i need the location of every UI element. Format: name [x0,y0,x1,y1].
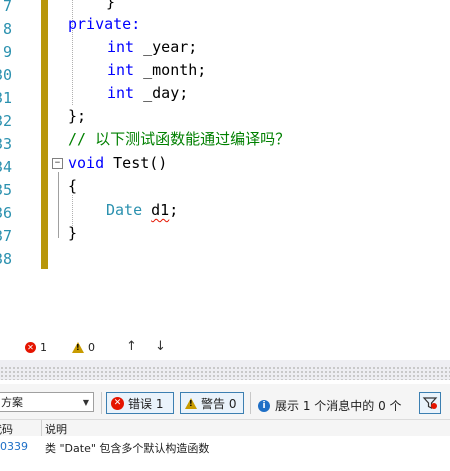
error-squiggle[interactable]: d1 [151,201,169,219]
warning-icon [72,342,84,353]
code-line: } [106,0,116,11]
column-divider[interactable] [41,420,42,436]
line-number: 34 [0,158,12,176]
error-icon: ✕ [25,342,36,353]
filter-funnel-button[interactable] [419,392,441,414]
error-description: 类 "Date" 包含多个默认构造函数 [45,442,210,455]
toolbar-divider [101,392,102,414]
code-line: Date d1; [106,201,179,219]
code-editor[interactable]: 7 8 9 30 31 32 33 34 35 36 37 38 } priva… [0,0,450,338]
code-line: void Test() [68,154,168,172]
code-line: int _year; [107,38,198,56]
line-number: 36 [0,204,12,222]
warnings-filter-button[interactable]: 警告 0 [180,392,244,414]
line-number: 38 [0,250,12,268]
line-number: 33 [0,135,12,153]
info-icon: i [258,399,270,412]
previous-issue-icon[interactable]: ↑ [126,339,137,354]
collapse-toggle-icon[interactable]: − [52,158,63,169]
error-list-header: 代码 说明 [0,419,450,437]
code-line: private: [68,15,141,33]
line-number: 9 [2,43,12,61]
line-number: 35 [0,181,12,199]
messages-filter-button[interactable]: i 展示 1 个消息中的 0 个 [258,397,402,414]
error-list-toolbar: 方案 ▼ ✕ 错误 1 警告 0 i 展示 1 个消息中的 0 个 [0,384,450,420]
warning-count-indicator[interactable]: 0 [72,341,95,354]
warning-icon [185,397,197,409]
code-line: }; [68,107,87,125]
line-number: 8 [2,20,12,38]
scope-dropdown[interactable]: 方案 ▼ [0,392,94,412]
code-line: int _day; [107,84,189,102]
table-row[interactable]: E0339 类 "Date" 包含多个默认构造函数 [0,436,450,458]
editor-status-bar: ✕ 1 0 ↑ ↓ [0,338,450,358]
line-number: 37 [0,227,12,245]
line-number: 7 [2,0,12,15]
panel-splitter[interactable] [0,360,450,380]
toolbar-divider [250,392,251,414]
line-number: 32 [0,112,12,130]
funnel-icon [422,397,438,409]
errors-filter-button[interactable]: ✕ 错误 1 [106,392,174,414]
code-line: { [68,177,78,195]
code-line: // 以下测试函数能通过编译吗？ [68,130,291,148]
code-column-header[interactable]: 代码 [0,421,31,437]
chevron-down-icon: ▼ [82,398,89,407]
description-column-header[interactable]: 说明 [45,421,67,437]
code-line: } [68,224,78,242]
error-icon: ✕ [111,396,124,410]
error-count-indicator[interactable]: ✕ 1 [25,341,47,354]
error-code[interactable]: E0339 [0,440,28,453]
line-number: 30 [0,66,12,84]
code-line: int _month; [107,61,207,79]
change-tracking-bar [41,0,48,269]
outline-bracket [58,172,59,238]
next-issue-icon[interactable]: ↓ [155,339,166,354]
line-number: 31 [0,89,12,107]
